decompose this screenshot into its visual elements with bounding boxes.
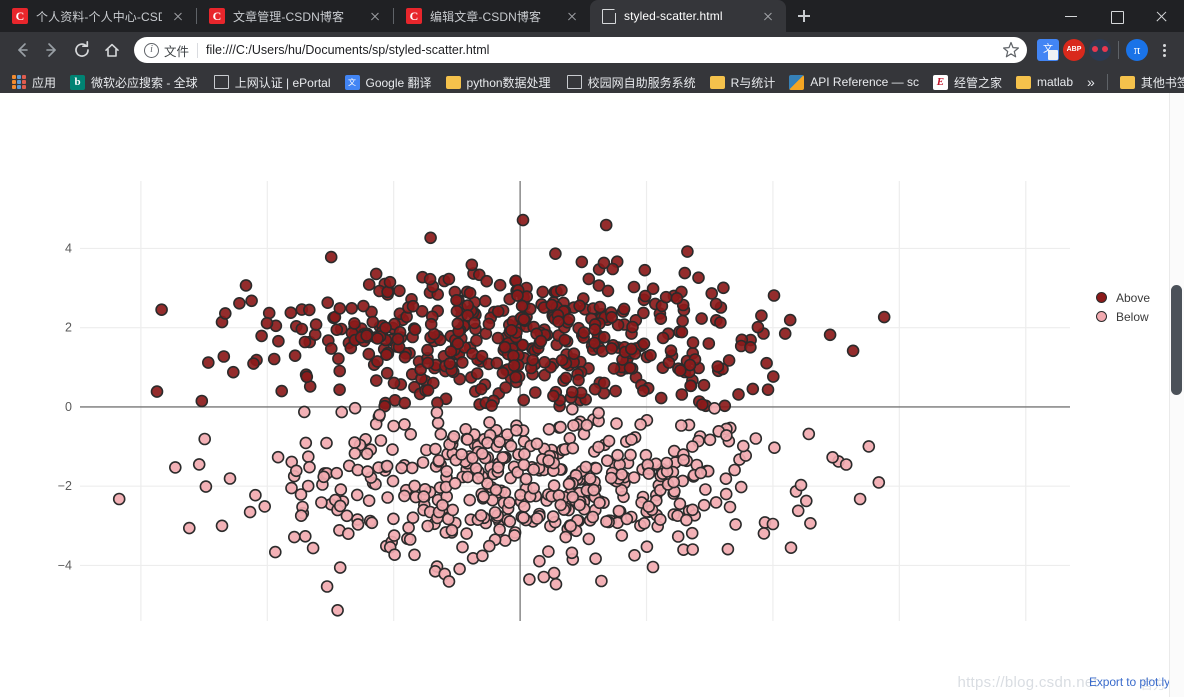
document-icon: [602, 8, 617, 24]
google-translate-icon: [344, 74, 360, 90]
back-arrow-icon[interactable]: [8, 36, 36, 64]
close-window-button[interactable]: [1139, 0, 1184, 32]
bookmark-label: matlab: [1036, 75, 1074, 89]
pi-extension-icon[interactable]: [1126, 39, 1148, 61]
emlog-icon: [932, 74, 948, 90]
minimize-button[interactable]: [1049, 0, 1094, 32]
apps-grid-icon: [12, 75, 26, 89]
browser-tab-3[interactable]: 编辑文章-CSDN博客: [394, 0, 590, 32]
browser-tab-4-active[interactable]: styled-scatter.html: [590, 0, 786, 32]
home-icon[interactable]: [98, 36, 126, 64]
scipy-icon: [789, 74, 805, 90]
bookmark-api-reference[interactable]: API Reference — sc: [783, 71, 925, 93]
csdn-icon: [209, 8, 225, 24]
bookmark-label: 校园网自助服务系统: [587, 75, 696, 90]
adblock-plus-extension-icon[interactable]: [1063, 39, 1085, 61]
reload-icon[interactable]: [68, 36, 96, 64]
page-scrollbar[interactable]: [1169, 93, 1184, 697]
legend-item-below[interactable]: Below: [1096, 307, 1180, 326]
bookmark-bing[interactable]: 微软必应搜索 - 全球: [64, 71, 204, 93]
omnibox-scheme-label: 文件: [164, 44, 190, 59]
address-bar[interactable]: 文件 file:///C:/Users/hu/Documents/sp/styl…: [134, 37, 1027, 63]
chart-legend: Above Below: [1096, 288, 1180, 326]
scatter-plot[interactable]: −3−2−101234−4−2024: [0, 93, 1170, 697]
bookmarks-bar: 应用 微软必应搜索 - 全球 上网认证 | ePortal Google 翻译 …: [0, 68, 1184, 96]
csdn-icon: [12, 8, 28, 24]
legend-label-below: Below: [1116, 309, 1149, 324]
bookmark-label: R与统计: [730, 75, 776, 90]
three-dots-menu-icon[interactable]: [1152, 38, 1176, 62]
tab-title: 编辑文章-CSDN博客: [430, 9, 542, 24]
bookmark-label: python数据处理: [466, 75, 551, 90]
legend-label-above: Above: [1116, 290, 1151, 305]
owl-extension-icon[interactable]: [1089, 39, 1111, 61]
bookmark-label: 应用: [32, 75, 57, 90]
bookmark-apps[interactable]: 应用: [6, 71, 62, 93]
tab-title: 个人资料-个人中心-CSDN: [36, 9, 162, 24]
bookmark-label: 其他书签: [1140, 75, 1184, 90]
svg-text:4: 4: [65, 241, 72, 255]
bookmark-label: 经管之家: [953, 75, 1002, 90]
bing-icon: [70, 74, 86, 90]
close-icon[interactable]: [760, 8, 776, 24]
svg-text:0: 0: [65, 400, 72, 414]
maximize-button[interactable]: [1094, 0, 1139, 32]
browser-window: 个人资料-个人中心-CSDN 文章管理-CSDN博客 编辑文章-CSDN博客 s…: [0, 0, 1184, 697]
forward-arrow-icon[interactable]: [38, 36, 66, 64]
bookmark-r-stats-folder[interactable]: R与统计: [704, 71, 782, 93]
page-icon: [566, 75, 582, 89]
tab-strip: 个人资料-个人中心-CSDN 文章管理-CSDN博客 编辑文章-CSDN博客 s…: [0, 0, 1184, 32]
folder-icon: [1015, 75, 1031, 89]
svg-text:−4: −4: [58, 558, 72, 572]
bookmark-campus-network[interactable]: 校园网自助服务系统: [559, 71, 702, 93]
bookmark-other-bookmarks[interactable]: 其他书签: [1114, 71, 1184, 93]
scrollbar-thumb[interactable]: [1171, 285, 1182, 395]
csdn-icon: [406, 8, 422, 24]
plot-canvas[interactable]: −3−2−101234−4−2024: [0, 93, 1170, 697]
folder-icon: [445, 75, 461, 89]
window-controls: [1049, 0, 1184, 32]
bookmarks-divider: [1106, 74, 1108, 90]
bookmark-eportal[interactable]: 上网认证 | ePortal: [206, 71, 337, 93]
svg-text:−2: −2: [58, 479, 72, 493]
bookmark-google-translate[interactable]: Google 翻译: [339, 71, 438, 93]
close-icon[interactable]: [170, 8, 186, 24]
export-to-plotly-link[interactable]: Export to plot.ly: [1089, 675, 1170, 689]
bookmark-jingguan[interactable]: 经管之家: [927, 71, 1008, 93]
legend-item-above[interactable]: Above: [1096, 288, 1180, 307]
new-tab-button[interactable]: [790, 2, 818, 30]
bookmark-label: Google 翻译: [365, 75, 432, 90]
bookmark-label: API Reference — sc: [810, 75, 919, 89]
bookmark-python-folder[interactable]: python数据处理: [440, 71, 557, 93]
browser-tab-1[interactable]: 个人资料-个人中心-CSDN: [0, 0, 196, 32]
bookmark-label: 上网认证 | ePortal: [234, 75, 331, 90]
bookmark-matlab-folder[interactable]: matlab: [1010, 71, 1079, 93]
url-text[interactable]: file:///C:/Users/hu/Documents/sp/styled-…: [206, 43, 999, 57]
close-icon[interactable]: [564, 8, 580, 24]
close-icon[interactable]: [367, 8, 383, 24]
bookmark-label: 微软必应搜索 - 全球: [91, 75, 198, 90]
google-translate-extension-icon[interactable]: [1037, 39, 1059, 61]
legend-swatch-below: [1096, 311, 1107, 322]
folder-icon: [1119, 75, 1135, 89]
legend-swatch-above: [1096, 292, 1107, 303]
tab-title: 文章管理-CSDN博客: [233, 9, 345, 24]
folder-icon: [709, 75, 725, 89]
toolbar-divider: [1118, 41, 1119, 59]
bookmark-star-icon[interactable]: [999, 38, 1023, 62]
tab-title: styled-scatter.html: [624, 9, 723, 23]
page-viewport: −3−2−101234−4−2024 Above Below https://b…: [0, 93, 1184, 697]
omnibox-divider: [197, 42, 199, 58]
info-circle-icon[interactable]: [144, 42, 159, 58]
browser-tab-2[interactable]: 文章管理-CSDN博客: [197, 0, 393, 32]
svg-text:2: 2: [65, 321, 72, 335]
page-icon: [213, 75, 229, 89]
extension-icons: [1035, 38, 1176, 62]
browser-toolbar: 文件 file:///C:/Users/hu/Documents/sp/styl…: [0, 32, 1184, 68]
bookmarks-overflow-button[interactable]: »: [1081, 74, 1101, 90]
